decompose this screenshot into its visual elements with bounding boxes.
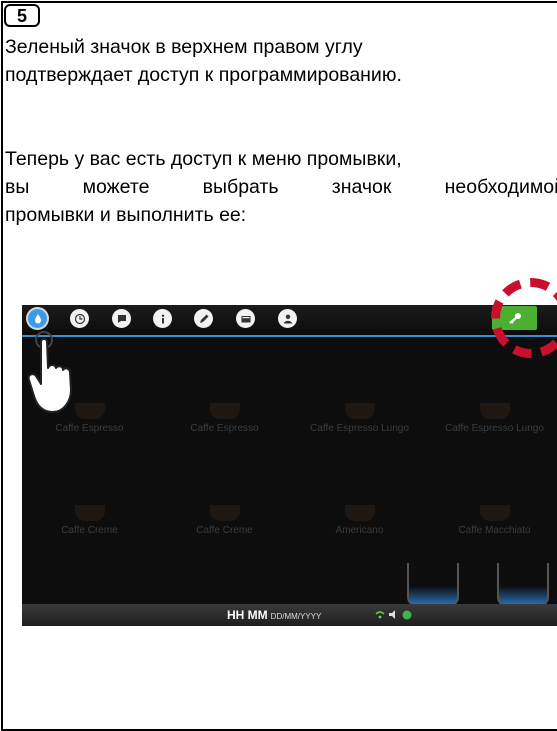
- paragraph-access-confirmation: Зеленый значок в верхнем правом углу под…: [5, 33, 557, 89]
- pencil-icon[interactable]: [194, 309, 213, 328]
- beverage-tile[interactable]: Americano: [292, 505, 427, 536]
- glass-cup-icon: [497, 563, 549, 607]
- paragraph2-line2: вы можете выбрать значок необходимой: [5, 176, 557, 198]
- paragraph2-line1: Теперь у вас есть доступ к меню промывки…: [5, 148, 402, 170]
- step-badge: 5: [4, 4, 40, 27]
- beverage-tile[interactable]: Caffe Creme: [157, 505, 292, 536]
- paragraph2-line3: промывки и выполнить ее:: [5, 204, 247, 226]
- time-display: HH MM: [227, 608, 268, 622]
- glass-cup-icon: [407, 563, 459, 607]
- beverage-tile[interactable]: Caffe Creme: [22, 505, 157, 536]
- clock-display: HH MM DD/MM/YYYY: [227, 608, 321, 622]
- pointing-hand-icon: [27, 331, 72, 413]
- beverage-tile[interactable]: Caffe Macchiato: [427, 505, 557, 536]
- status-bar: HH MM DD/MM/YYYY: [22, 604, 557, 626]
- paragraph-rinse-menu: Теперь у вас есть доступ к меню промывки…: [5, 145, 557, 229]
- date-display: DD/MM/YYYY: [270, 612, 322, 621]
- person-icon[interactable]: [278, 309, 297, 328]
- water-drop-icon[interactable]: [28, 309, 47, 328]
- beverage-tile[interactable]: Caffe Espresso Lungo: [292, 403, 427, 434]
- paragraph1-line2: подтверждает доступ к программированию.: [5, 64, 402, 86]
- card-icon[interactable]: [236, 309, 255, 328]
- info-icon[interactable]: [153, 309, 172, 328]
- beverage-tile[interactable]: Caffe Espresso: [157, 403, 292, 434]
- paragraph1-line1: Зеленый значок в верхнем правом углу: [5, 36, 363, 58]
- clock-icon[interactable]: [70, 309, 89, 328]
- wifi-icon: [374, 609, 414, 624]
- beverage-tile[interactable]: Caffe Espresso Lungo: [427, 403, 557, 434]
- flag-icon[interactable]: [112, 309, 131, 328]
